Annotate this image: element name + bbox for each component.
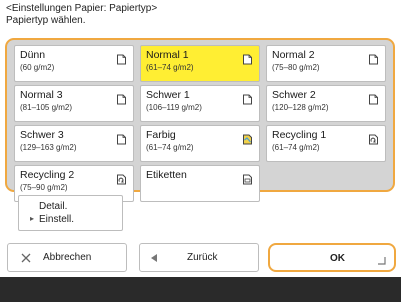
paper-type-normal-3-button[interactable]: Normal 3 (81–105 g/m2): [14, 85, 134, 122]
paper-type-weight: (75–90 g/m2): [20, 183, 68, 192]
paper-type-name: Normal 1: [146, 49, 189, 61]
paper-type-schwer-3-button[interactable]: Schwer 3 (129–163 g/m2): [14, 125, 134, 162]
back-button[interactable]: Zurück: [139, 243, 259, 272]
chevron-right-icon: ▸: [30, 214, 35, 223]
paper-type-name: Schwer 3: [20, 129, 64, 141]
paper-type-name: Normal 2: [272, 49, 315, 61]
paper-type-weight: (106–119 g/m2): [146, 103, 202, 112]
recycled-paper-icon: [368, 132, 379, 145]
paper-type-etiketten-button[interactable]: Etiketten: [140, 165, 260, 202]
ok-button[interactable]: OK: [268, 243, 396, 272]
paper-type-name: Normal 3: [20, 89, 63, 101]
paper-icon: [116, 52, 127, 65]
paper-type-weight: (129–163 g/m2): [20, 143, 77, 152]
enter-corner-icon: [378, 257, 386, 265]
ok-label: OK: [330, 253, 345, 264]
recycled-paper-icon: [116, 172, 127, 185]
paper-type-recycling-1-button[interactable]: Recycling 1 (61–74 g/m2): [266, 125, 386, 162]
paper-type-name: Recycling 1: [272, 129, 327, 141]
paper-type-farbig-button[interactable]: Farbig (61–74 g/m2): [140, 125, 260, 162]
paper-icon: [368, 92, 379, 105]
paper-type-duenn-button[interactable]: Dünn (60 g/m2): [14, 45, 134, 82]
colored-paper-icon: [242, 132, 253, 145]
screen-header: <Einstellungen Papier: Papiertyp> Papier…: [6, 3, 157, 27]
status-bar: [0, 277, 401, 302]
paper-type-schwer-2-button[interactable]: Schwer 2 (120–128 g/m2): [266, 85, 386, 122]
paper-type-weight: (60 g/m2): [20, 63, 55, 72]
back-label: Zurück: [187, 252, 218, 263]
paper-type-panel: Dünn (60 g/m2) Normal 1 (61–74 g/m2) Normal …: [5, 38, 395, 202]
label-paper-icon: [242, 172, 253, 185]
paper-type-name: Schwer 2: [272, 89, 316, 101]
paper-type-name: Etiketten: [146, 169, 187, 181]
paper-type-weight: (81–105 g/m2): [20, 103, 73, 112]
paper-type-grid: Dünn (60 g/m2) Normal 1 (61–74 g/m2) Normal …: [14, 45, 386, 202]
paper-type-normal-2-button[interactable]: Normal 2 (75–80 g/m2): [266, 45, 386, 82]
paper-icon: [368, 52, 379, 65]
cancel-label: Abbrechen: [43, 252, 92, 263]
paper-type-schwer-1-button[interactable]: Schwer 1 (106–119 g/m2): [140, 85, 260, 122]
paper-icon: [116, 132, 127, 145]
back-arrow-icon: [151, 254, 157, 262]
paper-type-weight: (61–74 g/m2): [272, 143, 320, 152]
paper-type-weight: (120–128 g/m2): [272, 103, 329, 112]
detail-settings-label: Detail. Einstell.: [39, 201, 75, 225]
paper-icon: [116, 92, 127, 105]
paper-type-normal-1-button[interactable]: Normal 1 (61–74 g/m2): [140, 45, 260, 82]
breadcrumb: <Einstellungen Papier: Papiertyp>: [6, 3, 158, 14]
close-icon: [21, 253, 31, 263]
paper-type-name: Farbig: [146, 129, 176, 141]
detail-settings-button[interactable]: Detail. Einstell. ▸: [18, 195, 123, 231]
instruction-text: Papiertyp wählen.: [6, 15, 86, 26]
paper-icon: [242, 52, 253, 65]
paper-type-weight: (61–74 g/m2): [146, 143, 194, 152]
paper-type-weight: (75–80 g/m2): [272, 63, 320, 72]
paper-type-name: Schwer 1: [146, 89, 190, 101]
cancel-button[interactable]: Abbrechen: [7, 243, 127, 272]
paper-type-name: Dünn: [20, 49, 46, 61]
paper-icon: [242, 92, 253, 105]
paper-type-name: Recycling 2: [20, 169, 75, 181]
paper-type-weight: (61–74 g/m2): [146, 63, 194, 72]
